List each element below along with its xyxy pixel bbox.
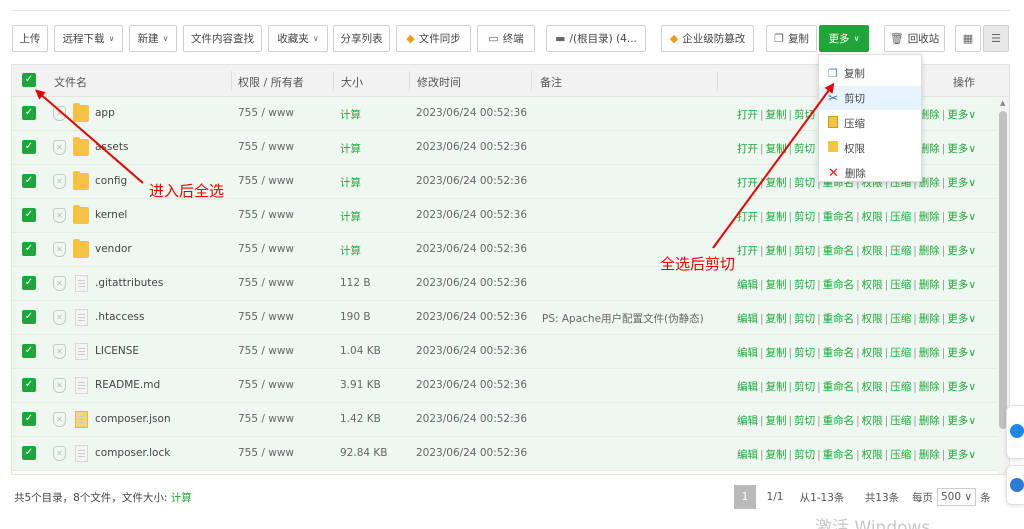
annotation-select-all: 进入后全选: [149, 182, 225, 200]
annotation-cut: 全选后剪切: [660, 255, 736, 273]
cut-arrow: [712, 82, 835, 249]
select-all-arrow: [34, 89, 144, 184]
annotation-arrows: [34, 82, 835, 249]
